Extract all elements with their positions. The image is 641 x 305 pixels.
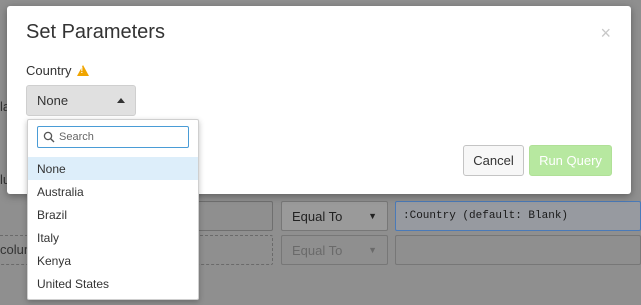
caret-down-icon: ▼: [368, 211, 377, 221]
parameter-label: Country: [26, 63, 72, 78]
caret-down-icon: ▼: [368, 245, 377, 255]
parameter-label-row: Country: [26, 63, 89, 78]
search-icon: [43, 131, 55, 143]
search-field[interactable]: [37, 126, 189, 148]
selected-value: None: [37, 93, 69, 108]
country-dropdown-menu: None Australia Brazil Italy Kenya United…: [27, 119, 199, 300]
option-italy[interactable]: Italy: [28, 226, 198, 249]
run-query-button[interactable]: Run Query: [529, 145, 612, 176]
caret-up-icon: [117, 98, 125, 103]
option-brazil[interactable]: Brazil: [28, 203, 198, 226]
option-none[interactable]: None: [28, 157, 198, 180]
close-icon[interactable]: ×: [600, 23, 611, 44]
option-kenya[interactable]: Kenya: [28, 249, 198, 272]
option-australia[interactable]: Australia: [28, 180, 198, 203]
background-operator-select: Equal To ▼: [281, 235, 388, 265]
background-operator-select: Equal To ▼: [281, 201, 388, 231]
option-united-states[interactable]: United States: [28, 272, 198, 295]
warning-icon: [76, 65, 89, 76]
cancel-button[interactable]: Cancel: [463, 145, 524, 176]
option-list: None Australia Brazil Italy Kenya United…: [28, 157, 198, 295]
search-input[interactable]: [59, 131, 179, 143]
country-dropdown-trigger[interactable]: None: [26, 85, 136, 116]
dialog-title: Set Parameters: [26, 21, 165, 43]
background-column-box: [196, 201, 273, 231]
background-value-field: :Country (default: Blank): [395, 201, 641, 231]
background-value-field: [395, 235, 641, 265]
